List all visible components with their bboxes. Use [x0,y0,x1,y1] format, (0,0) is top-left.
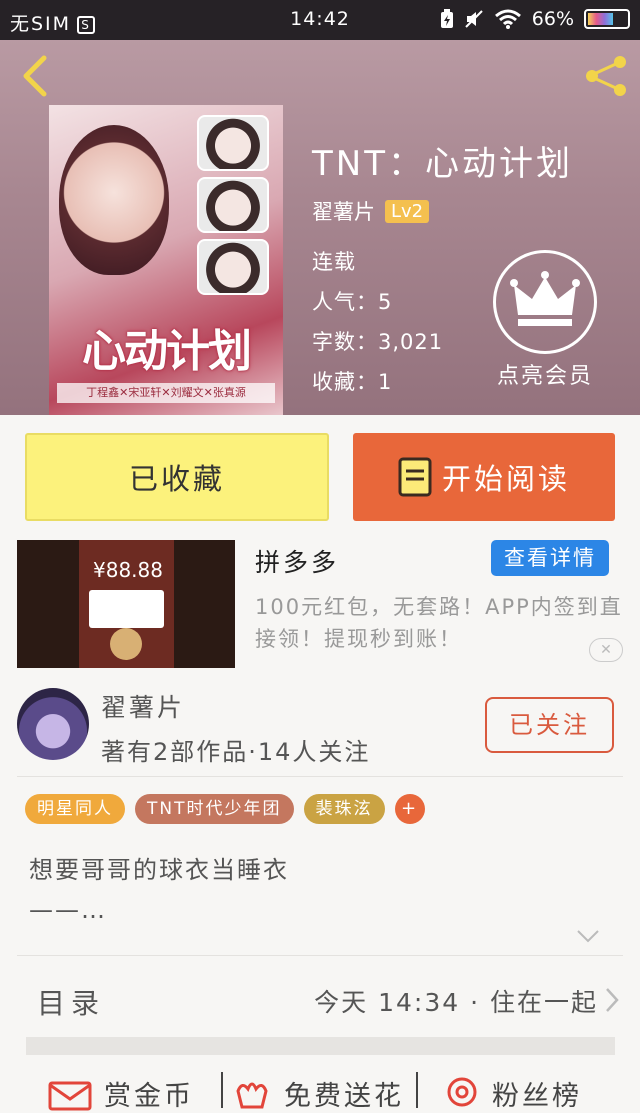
chevron-left-icon[interactable] [16,54,56,98]
summary-line: 想要哥哥的球衣当睡衣 [29,856,289,884]
chevron-right-icon [606,988,619,1012]
cover-portrait [59,125,169,275]
view-details-button[interactable]: 查看详情 [491,540,609,576]
author-name: 翟薯片 [101,693,186,722]
close-icon[interactable]: ✕ [589,638,623,662]
fan-ranking-button[interactable]: 粉丝榜 [444,1074,582,1113]
collected-label: 已收藏 [128,462,225,496]
tag-list: 明星同人 TNT时代少年团 裴珠泫 + [25,794,425,824]
chevron-down-icon[interactable] [576,928,600,944]
envelope-icon [48,1081,92,1110]
author-stats: 著有2部作品·14人关注 [101,738,371,766]
tag-chip[interactable]: 明星同人 [25,794,125,824]
cover-thumb-2 [197,177,269,233]
reward-coins-button[interactable]: 赏金币 [48,1074,194,1113]
start-reading-label: 开始阅读 [441,462,570,496]
start-reading-button[interactable]: 开始阅读 [353,433,615,521]
author-section[interactable]: 翟薯片 著有2部作品·14人关注 已关注 [0,682,640,776]
bottom-action-bar: 赏金币 免费送花 粉丝榜 [0,1068,640,1113]
favorite-count: 收藏：1 [312,370,393,394]
ad-title: 拼多多 [255,548,340,577]
book-cover[interactable]: 心动计划 丁程鑫✕宋亚轩✕刘耀文✕张真源 [49,105,283,415]
cover-thumb-3 [197,239,269,295]
serial-status: 连载 [312,250,356,274]
send-flowers-button[interactable]: 免费送花 [232,1074,404,1113]
flower-icon [236,1082,268,1108]
toc-label: 目录 [37,987,106,1020]
book-icon [398,457,432,497]
avatar[interactable] [17,688,89,760]
word-count: 字数：3,021 [312,330,444,354]
charging-icon [440,9,453,28]
share-icon[interactable] [582,54,630,98]
cover-thumb-1 [197,115,269,171]
book-summary: 想要哥哥的球衣当睡衣 ——… [29,850,289,930]
vip-button[interactable] [493,250,597,354]
crown-icon [510,271,580,326]
divider [17,955,623,956]
collected-button[interactable]: 已收藏 [25,433,329,521]
popularity: 人气：5 [312,290,393,314]
cover-title-art: 心动计划 [82,326,252,377]
header-author[interactable]: 翟薯片 [312,196,375,226]
location-pin-icon [447,1077,477,1106]
battery-level [588,13,613,25]
section-divider [26,1037,615,1055]
book-header: 心动计划 丁程鑫✕宋亚轩✕刘耀文✕张真源 TNT：心动计划 翟薯片 Lv2 连载… [0,40,640,415]
level-badge: Lv2 [385,199,430,223]
battery-percent: 66% [531,8,574,30]
summary-line: ——… [29,896,107,924]
ad-image[interactable]: ¥88.88 [17,540,235,668]
table-of-contents-row[interactable]: 目录 今天 14:34 · 住在一起 [0,957,640,1039]
tag-chip[interactable]: TNT时代少年团 [135,794,294,824]
add-tag-button[interactable]: + [394,794,425,824]
battery-icon [584,9,630,29]
ad-description: 100元红包，无套路！APP内签到直接领！提现秒到账！ [255,595,623,651]
vip-label[interactable]: 点亮会员 [480,358,610,390]
latest-chapter: 今天 14:34 · 住在一起 [314,988,598,1017]
status-bar: 无SIM S 14:42 66% [0,0,640,40]
ad-banner[interactable]: ¥88.88 拼多多 查看详情 100元红包，无套路！APP内签到直接领！提现秒… [0,535,640,673]
book-title: TNT：心动计划 [312,144,573,184]
wifi-icon [494,9,521,29]
mute-icon [465,10,483,28]
cover-tag-strip: 丁程鑫✕宋亚轩✕刘耀文✕张真源 [57,383,275,403]
tag-chip[interactable]: 裴珠泫 [303,794,385,824]
ad-image-amount: ¥88.88 [93,558,163,582]
followed-button[interactable]: 已关注 [485,697,614,753]
divider [17,776,623,777]
